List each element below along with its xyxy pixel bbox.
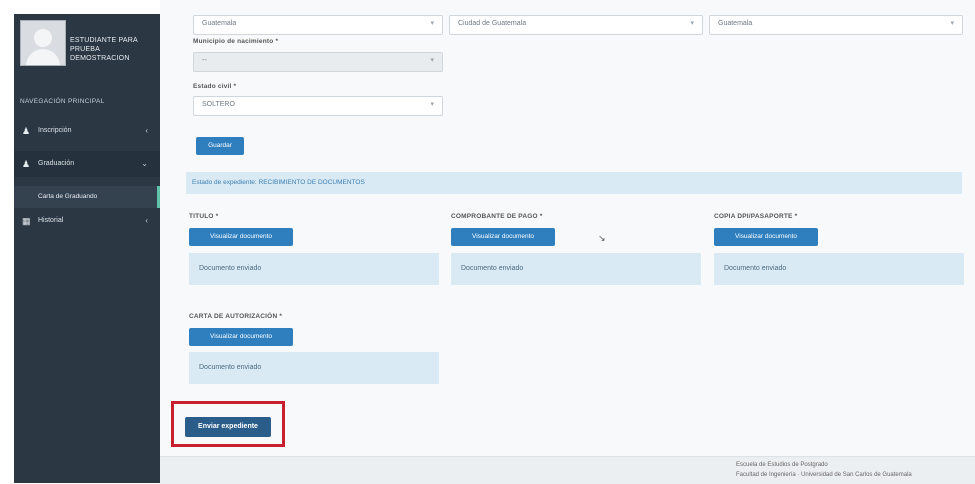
dpi-status: Documento enviado — [714, 253, 964, 285]
view-dpi-button[interactable]: Visualizar documento — [714, 228, 818, 246]
sidebar-item-label: Historial — [38, 217, 64, 224]
sidebar-item-historial[interactable]: ▦ Historial ‹ — [14, 208, 160, 234]
view-comprobante-button[interactable]: Visualizar documento — [451, 228, 555, 246]
select-value: Guatemala — [202, 20, 237, 27]
select-value: -- — [202, 57, 207, 64]
status-text: Documento enviado — [461, 265, 524, 272]
comprobante-label: COMPROBANTE DE PAGO * — [451, 213, 543, 220]
sidebar-item-inscripcion[interactable]: ♟ Inscripción ‹ — [14, 118, 160, 144]
chevron-left-icon: ‹ — [145, 126, 148, 135]
comprobante-status: Documento enviado — [451, 253, 701, 285]
sidebar: ESTUDIANTE PARA PRUEBA DEMOSTRACION NAVE… — [14, 14, 163, 483]
select-value: SOLTERO — [202, 101, 235, 108]
sidebar-item-label: Graduación — [38, 160, 75, 167]
status-info-bar: Estado de expediente: RECIBIMIENTO DE DO… — [186, 172, 962, 194]
titulo-status: Documento enviado — [189, 253, 439, 285]
titulo-label: TITULO * — [189, 213, 219, 220]
dpi-label: COPIA DPI/PASAPORTE * — [714, 213, 798, 220]
sidebar-subitem-carta[interactable]: Carta de Graduando — [14, 186, 160, 208]
carta-status: Documento enviado — [189, 352, 439, 384]
status-message: Estado de expediente: RECIBIMIENTO DE DO… — [192, 179, 365, 186]
sidebar-item-label: Inscripción — [38, 127, 72, 134]
mouse-cursor-icon: ↘ — [598, 233, 606, 243]
user-icon: ♟ — [22, 126, 31, 136]
estado-civil-label: Estado civil * — [193, 83, 237, 90]
status-text: Documento enviado — [199, 364, 262, 371]
footer-line-2: Facultad de Ingeniería · Universidad de … — [736, 472, 912, 478]
carta-label: CARTA DE AUTORIZACIÓN * — [189, 313, 283, 320]
select-value: Ciudad de Guatemala — [458, 20, 527, 27]
select-value: Guatemala — [718, 20, 753, 27]
municipio-label: Municipio de nacimiento * — [193, 38, 279, 45]
pais-select[interactable]: Guatemala ▾ — [709, 15, 963, 35]
table-icon: ▦ — [22, 216, 31, 226]
user-icon: ♟ — [22, 159, 31, 169]
view-titulo-button[interactable]: Visualizar documento — [189, 228, 293, 246]
status-text: Documento enviado — [724, 265, 787, 272]
nav-header: NAVEGACIÓN PRINCIPAL — [20, 98, 105, 105]
chevron-down-icon: ▾ — [690, 20, 694, 27]
status-text: Documento enviado — [199, 265, 262, 272]
save-button[interactable]: Guardar — [196, 137, 244, 155]
chevron-down-icon: ▾ — [430, 101, 434, 108]
sidebar-item-graduacion[interactable]: ♟ Graduación ⌄ — [14, 151, 163, 177]
chevron-down-icon: ▾ — [950, 20, 954, 27]
footer: Escuela de Estudios de Postgrado Faculta… — [160, 456, 975, 484]
chevron-down-icon: ⌄ — [141, 159, 148, 168]
footer-line-1: Escuela de Estudios de Postgrado — [736, 462, 828, 468]
departamento-select[interactable]: Guatemala ▾ — [193, 15, 443, 35]
avatar — [20, 20, 66, 66]
chevron-down-icon: ▾ — [430, 20, 434, 27]
submit-expediente-button[interactable]: Enviar expediente — [185, 417, 271, 437]
ciudad-select[interactable]: Ciudad de Guatemala ▾ — [449, 15, 703, 35]
view-carta-button[interactable]: Visualizar documento — [189, 328, 293, 346]
municipio-select[interactable]: -- ▾ — [193, 52, 443, 72]
estado-civil-select[interactable]: SOLTERO ▾ — [193, 96, 443, 116]
user-name: ESTUDIANTE PARA PRUEBA DEMOSTRACION — [70, 37, 138, 62]
sidebar-subitem-label: Carta de Graduando — [38, 193, 98, 200]
chevron-left-icon: ‹ — [145, 216, 148, 225]
chevron-down-icon: ▾ — [430, 57, 434, 64]
